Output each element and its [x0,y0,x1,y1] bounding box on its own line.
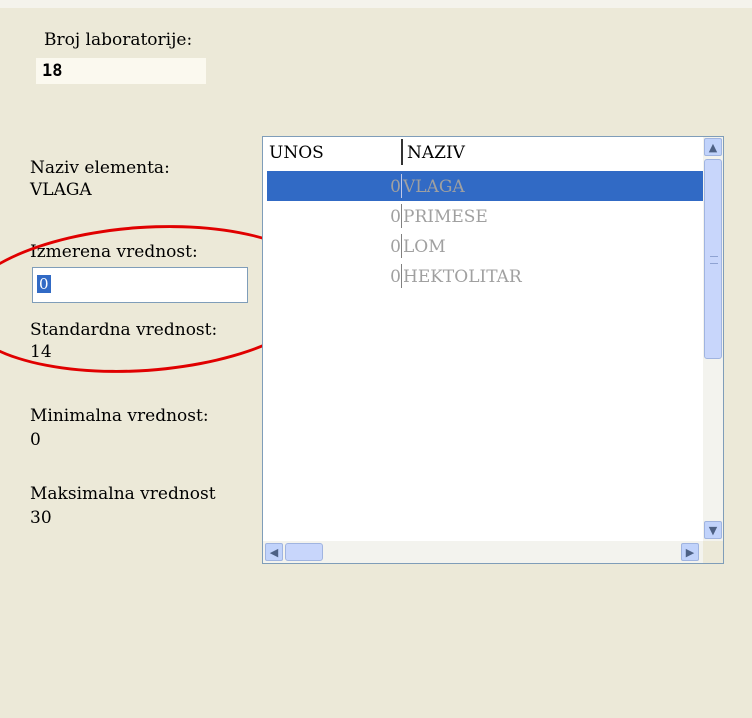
scroll-down-icon[interactable]: ▼ [704,521,722,539]
top-border [0,0,752,8]
row-naziv-cell[interactable]: VLAGA [403,177,465,197]
column-header-unos[interactable]: UNOS [269,143,324,163]
max-value: 30 [30,508,52,528]
min-value-label: Minimalna vrednost: [30,406,209,426]
min-value: 0 [30,430,41,450]
row-unos-cell[interactable]: 0 [390,177,401,197]
grid-row-hektolitar[interactable]: 0 HEKTOLITAR [267,261,703,291]
lab-number-field: 18 [36,58,206,84]
grid-row-primese[interactable]: 0 PRIMESE [267,201,703,231]
grid-header: UNOS NAZIV [263,137,703,167]
grid-row-lom[interactable]: 0 LOM [267,231,703,261]
max-value-label: Maksimalna vrednost [30,484,216,504]
cell-divider [401,204,402,228]
element-name-label: Naziv elementa: [30,158,170,178]
standard-value: 14 [30,342,52,362]
cell-divider [401,264,402,288]
scroll-left-icon[interactable]: ◀ [265,543,283,561]
elements-grid[interactable]: UNOS NAZIV 0 VLAGA 0 PRIMESE 0 LOM 0 HEK… [262,136,724,564]
measured-value-label: Izmerena vrednost: [30,242,198,262]
row-unos-cell[interactable]: 0 [390,237,401,257]
scroll-corner [703,541,723,563]
column-header-naziv[interactable]: NAZIV [407,143,465,163]
scroll-up-icon[interactable]: ▲ [704,138,722,156]
grip-icon [710,256,718,264]
horizontal-scroll-thumb[interactable] [285,543,323,561]
scroll-right-icon[interactable]: ▶ [681,543,699,561]
measured-value-text: 0 [37,275,51,293]
vertical-scroll-thumb[interactable] [704,159,722,359]
row-unos-cell[interactable]: 0 [390,207,401,227]
lab-number-label: Broj laboratorije: [44,30,193,50]
vertical-scrollbar[interactable]: ▲ ▼ [703,137,723,541]
horizontal-scrollbar[interactable]: ◀ ▶ [263,541,703,563]
standard-value-label: Standardna vrednost: [30,320,218,340]
row-naziv-cell[interactable]: PRIMESE [403,207,488,227]
row-naziv-cell[interactable]: LOM [403,237,446,257]
cell-divider [401,174,402,198]
row-naziv-cell[interactable]: HEKTOLITAR [403,267,522,287]
cell-divider [401,234,402,258]
column-divider[interactable] [401,139,403,165]
measured-value-input[interactable]: 0 [32,267,248,303]
element-name-value: VLAGA [30,180,92,200]
row-unos-cell[interactable]: 0 [390,267,401,287]
grid-row-vlaga[interactable]: 0 VLAGA [267,171,703,201]
